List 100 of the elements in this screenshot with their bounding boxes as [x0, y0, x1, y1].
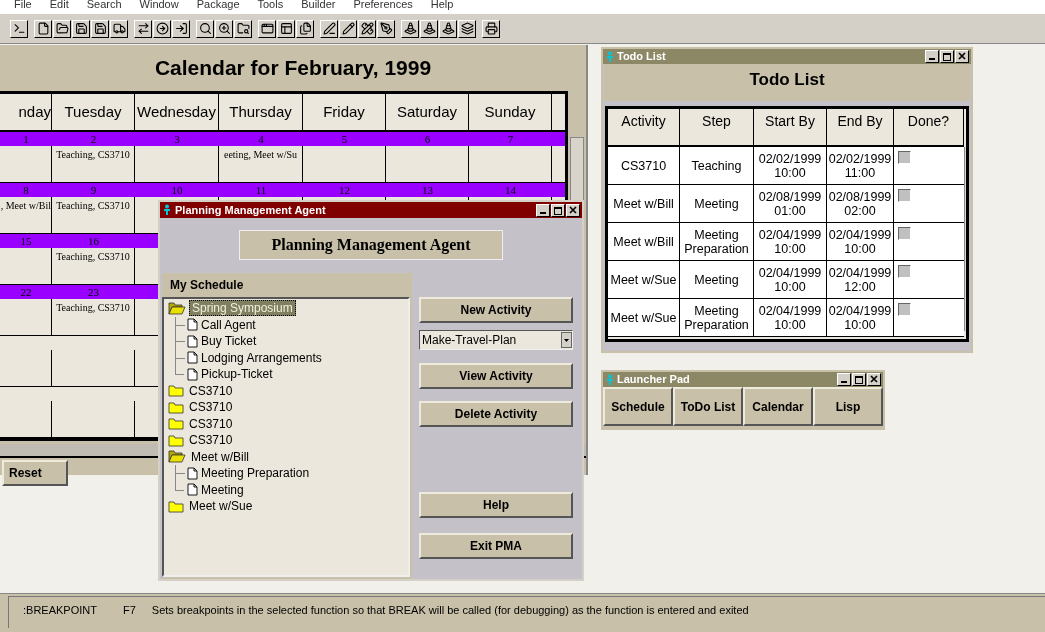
toolbar-button[interactable] [234, 19, 252, 38]
toolbar-button[interactable] [420, 19, 438, 38]
day-number: 7 [507, 133, 514, 145]
tree-item[interactable]: Lodging Arrangements [201, 350, 322, 365]
toolbar-button[interactable] [10, 19, 28, 38]
toolbar-button[interactable] [377, 19, 395, 38]
tree-item[interactable]: Call Agent [201, 317, 256, 332]
menu-item[interactable]: Tools [257, 0, 284, 14]
action-button[interactable]: Delete Activity [419, 401, 573, 427]
table-cell: 02/04/1999 10:00 [827, 303, 893, 332]
close-button[interactable] [955, 50, 969, 63]
toolbar-button[interactable] [196, 19, 214, 38]
minimize-button[interactable] [837, 373, 851, 386]
action-button[interactable]: View Activity [419, 363, 573, 389]
toolbar-button[interactable] [72, 19, 90, 38]
close-button[interactable] [566, 203, 580, 217]
launcher-button[interactable]: Schedule [603, 387, 673, 426]
minimize-button[interactable] [536, 203, 550, 217]
maximize-button[interactable] [940, 50, 954, 63]
app-icon [605, 50, 615, 63]
toolbar-button[interactable] [320, 19, 338, 38]
column-header: Done? [894, 109, 964, 145]
maximize-button[interactable] [852, 373, 866, 386]
tree-item[interactable]: Meeting Preparation [201, 466, 310, 481]
close-icon [569, 205, 577, 214]
day-number: 15 [20, 235, 32, 247]
toolbar-button[interactable] [358, 19, 376, 38]
done-checkbox[interactable] [898, 189, 911, 202]
activity-dropdown[interactable]: Make-Travel-Plan [419, 330, 573, 350]
toolbar-button[interactable] [110, 19, 128, 38]
done-checkbox[interactable] [898, 227, 911, 240]
calendar-event: Teaching, CS3710 [56, 149, 130, 160]
reset-button[interactable]: Reset [2, 460, 68, 486]
toolbar-button[interactable] [215, 19, 233, 38]
toolbar-button[interactable] [134, 19, 152, 38]
footer-button[interactable]: Help [419, 492, 573, 518]
done-checkbox[interactable] [898, 151, 911, 164]
table-cell-text: 02/04/1999 10:00 [757, 303, 823, 332]
minimize-button[interactable] [925, 50, 939, 63]
close-button[interactable] [867, 373, 881, 386]
toolbar-button[interactable] [34, 19, 52, 38]
launcher-button[interactable]: Lisp [813, 387, 883, 426]
menu-item[interactable]: Help [430, 0, 454, 14]
calendar-event: Teaching, CS3710 [56, 251, 130, 262]
toolbar-button[interactable] [258, 19, 276, 38]
menu-item[interactable]: File [14, 0, 32, 14]
table-cell: Meet w/Sue [610, 310, 677, 325]
menu-item[interactable]: Preferences [353, 0, 413, 14]
done-checkbox[interactable] [898, 265, 911, 278]
tree-item[interactable]: Meet w/Bill [189, 449, 251, 464]
toolbar-button[interactable] [153, 19, 171, 38]
toolbar-button[interactable] [439, 19, 457, 38]
tree-item[interactable]: CS3710 [187, 433, 235, 448]
day-number: 23 [88, 286, 99, 298]
tree-item[interactable]: CS3710 [187, 383, 235, 398]
launcher-button[interactable]: Calendar [743, 387, 813, 426]
tree-item[interactable]: Spring Symposium [189, 300, 296, 317]
table-cell: 02/04/1999 12:00 [827, 265, 893, 294]
pencil-ruler-icon [360, 22, 374, 35]
day-number: 1 [23, 133, 29, 145]
toolbar-button[interactable] [172, 19, 190, 38]
table-cell: Meet w/Bill [613, 196, 674, 211]
column-header: Start By [754, 109, 827, 145]
footer-button[interactable]: Exit PMA [419, 533, 573, 559]
table-cell-text: 02/08/1999 01:00 [757, 189, 823, 218]
day-number: 12 [339, 184, 350, 196]
menu-item[interactable]: Package [196, 0, 240, 14]
menu-item[interactable]: Builder [301, 0, 336, 14]
table-cell-text: Meeting Preparation [683, 303, 750, 332]
toolbar-button[interactable] [91, 19, 109, 38]
tree-item[interactable]: CS3710 [187, 416, 235, 431]
menu-item[interactable]: Search [86, 0, 122, 14]
panels-icon [279, 22, 293, 35]
todo-heading: Todo List [749, 69, 825, 91]
menu-item[interactable]: Window [139, 0, 179, 14]
maximize-button[interactable] [551, 203, 565, 217]
files-icon [298, 22, 312, 35]
tree-item[interactable]: Buy Ticket [201, 334, 257, 349]
toolbar-button[interactable] [296, 19, 314, 38]
toolbar-button[interactable] [339, 19, 357, 38]
new-activity-button[interactable]: New Activity [419, 297, 573, 323]
document-icon [187, 466, 198, 480]
menu-item[interactable]: Edit [49, 0, 69, 14]
done-checkbox[interactable] [898, 303, 911, 316]
launcher-button[interactable]: ToDo List [673, 387, 743, 426]
calendar-title: Calendar for February, 1999 [154, 55, 432, 82]
tree-item[interactable]: Meeting [201, 482, 244, 497]
status-key: F7 [122, 602, 136, 619]
toolbar-button[interactable] [277, 19, 295, 38]
tree-item[interactable]: CS3710 [187, 400, 235, 415]
toolbar-button[interactable] [482, 19, 500, 38]
truck-icon [112, 22, 126, 35]
toolbar-button[interactable] [53, 19, 71, 38]
folder-search-icon [236, 22, 250, 35]
app-icon [605, 373, 615, 386]
tree-item[interactable]: Pickup-Ticket [201, 367, 273, 382]
toolbar-button[interactable] [401, 19, 419, 38]
tree-item[interactable]: Meet w/Sue [187, 499, 255, 514]
toolbar-button[interactable] [458, 19, 476, 38]
document-icon [187, 351, 198, 365]
